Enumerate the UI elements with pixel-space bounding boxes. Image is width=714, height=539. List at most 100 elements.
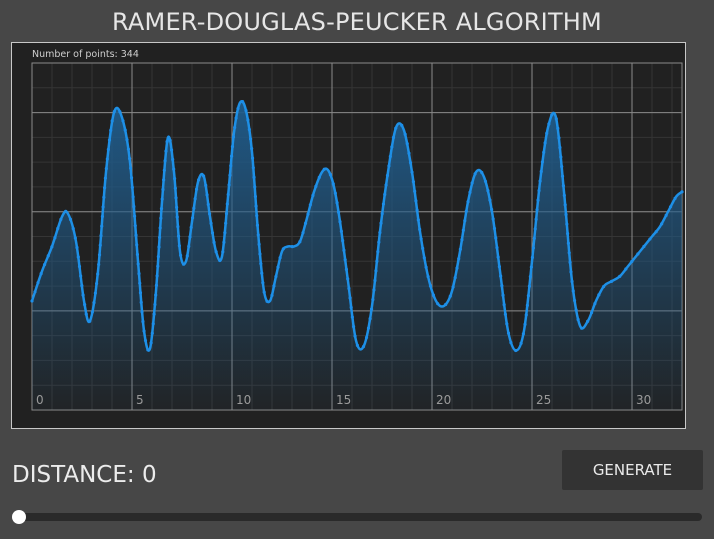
data-point — [230, 144, 235, 149]
data-point — [373, 278, 377, 283]
data-point — [534, 217, 538, 221]
data-point — [567, 251, 571, 255]
data-point — [194, 187, 199, 191]
data-point — [566, 241, 571, 245]
data-point — [102, 186, 107, 190]
data-point — [654, 230, 658, 234]
data-point — [112, 109, 116, 114]
data-point — [560, 165, 564, 169]
data-point — [106, 147, 110, 152]
data-point — [290, 245, 294, 249]
data-point — [495, 245, 499, 250]
x-tick-label: 20 — [436, 393, 451, 407]
data-point — [161, 187, 165, 192]
points-count-label: Number of points: 344 — [32, 49, 139, 60]
data-point — [609, 279, 614, 283]
data-point — [328, 173, 333, 177]
data-point — [428, 284, 433, 288]
data-point — [172, 167, 176, 171]
data-point — [131, 195, 135, 199]
series-area-fill — [32, 101, 682, 410]
data-point — [630, 259, 634, 264]
data-point — [178, 253, 183, 257]
data-point — [133, 224, 137, 228]
data-point — [381, 202, 386, 206]
data-point — [509, 340, 513, 345]
data-point — [421, 246, 425, 250]
data-point — [218, 258, 222, 263]
data-point — [648, 237, 652, 241]
data-point — [660, 222, 664, 226]
data-point — [103, 176, 108, 180]
data-point — [129, 176, 134, 180]
data-point — [168, 138, 172, 143]
data-point — [308, 203, 312, 207]
data-point — [187, 244, 191, 249]
data-point — [36, 281, 40, 285]
data-point — [335, 201, 339, 205]
x-tick-label: 0 — [36, 393, 44, 407]
data-point — [526, 294, 531, 298]
data-point — [545, 131, 549, 136]
data-point — [500, 284, 504, 288]
data-point — [539, 169, 543, 174]
data-point — [384, 183, 388, 187]
data-point — [538, 179, 542, 183]
data-point — [466, 200, 470, 204]
data-point — [331, 182, 335, 186]
data-point — [177, 244, 181, 248]
data-point — [543, 141, 547, 145]
data-point — [574, 308, 578, 312]
generate-button[interactable]: GENERATE — [562, 450, 703, 490]
data-point — [388, 154, 392, 159]
data-point — [642, 244, 646, 249]
distance-slider-track[interactable] — [13, 513, 702, 521]
data-point — [130, 185, 134, 189]
data-point — [379, 221, 383, 225]
data-point — [121, 119, 125, 123]
data-point — [451, 285, 455, 289]
data-point — [470, 181, 474, 185]
data-point — [460, 238, 464, 242]
chart-panel: 0 5 10 15 20 25 30 Number of points: 344 — [11, 42, 686, 429]
data-point — [223, 231, 227, 235]
data-point — [455, 266, 459, 270]
data-point — [497, 265, 501, 269]
data-point — [424, 265, 428, 269]
data-point — [100, 214, 105, 219]
data-point — [221, 250, 225, 254]
data-point — [142, 329, 146, 333]
data-point — [101, 205, 105, 209]
data-point — [564, 212, 568, 217]
data-point — [181, 262, 186, 266]
data-point — [262, 290, 266, 294]
data-point — [480, 170, 484, 175]
data-point — [527, 284, 532, 288]
data-point — [355, 343, 360, 347]
data-point — [376, 250, 380, 254]
distance-slider-thumb[interactable] — [12, 510, 26, 524]
data-point — [102, 195, 106, 199]
data-point — [68, 217, 73, 221]
data-point — [129, 166, 133, 170]
data-point — [159, 216, 163, 220]
data-point — [664, 213, 668, 217]
data-point — [525, 303, 529, 307]
data-point — [486, 189, 490, 193]
data-point — [532, 236, 536, 240]
data-point — [127, 157, 132, 161]
data-point — [141, 319, 145, 324]
data-point — [174, 196, 178, 200]
data-point — [338, 220, 342, 224]
data-point — [185, 254, 189, 258]
data-point — [104, 167, 108, 171]
data-point — [190, 216, 195, 220]
data-point — [118, 110, 122, 114]
data-point — [212, 240, 216, 244]
data-point — [109, 128, 113, 133]
data-point — [123, 128, 127, 132]
data-point — [99, 234, 103, 238]
data-point — [154, 283, 159, 287]
data-point — [138, 281, 142, 285]
data-point — [556, 126, 560, 130]
